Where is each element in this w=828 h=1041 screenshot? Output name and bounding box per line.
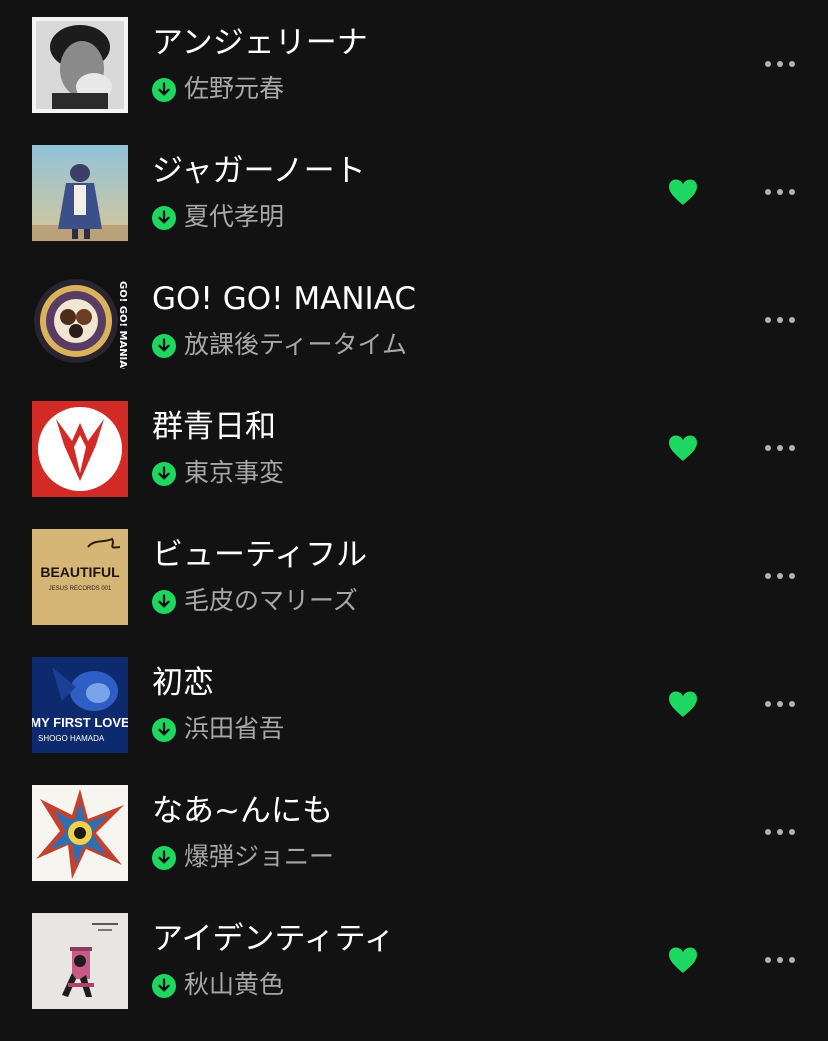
download-circle-icon xyxy=(152,334,176,358)
album-art-text: BEAUTIFUL xyxy=(40,564,120,580)
track-title[interactable]: アンジェリーナ xyxy=(152,23,368,63)
track-row[interactable]: MY FIRST LOVE SHOGO HAMADA 初恋 浜田省吾 xyxy=(0,657,828,785)
download-circle-icon xyxy=(152,206,176,230)
track-list: アンジェリーナ 佐野元春 ジャガーノート 夏代孝明 GO! GO! MANIAC… xyxy=(0,0,828,1021)
track-artist[interactable]: 放課後ティータイム xyxy=(184,327,407,363)
album-art xyxy=(32,913,128,1009)
track-title[interactable]: ジャガーノート xyxy=(152,151,366,191)
heart-icon[interactable] xyxy=(668,946,698,974)
track-row[interactable]: アンジェリーナ 佐野元春 xyxy=(0,17,828,145)
more-options-icon[interactable] xyxy=(763,827,797,837)
album-art xyxy=(32,145,128,241)
more-options-icon[interactable] xyxy=(763,955,797,965)
track-artist[interactable]: 佐野元春 xyxy=(184,71,284,107)
track-title[interactable]: 群青日和 xyxy=(152,407,276,447)
heart-icon[interactable] xyxy=(668,178,698,206)
track-title[interactable]: なあ~んにも xyxy=(152,791,333,831)
more-options-icon[interactable] xyxy=(763,571,797,581)
more-options-icon[interactable] xyxy=(763,315,797,325)
track-row[interactable]: なあ~んにも 爆弾ジョニー xyxy=(0,785,828,913)
download-circle-icon xyxy=(152,846,176,870)
track-title[interactable]: GO! GO! MANIAC xyxy=(152,279,416,319)
track-title[interactable]: ビューティフル xyxy=(152,535,367,575)
download-circle-icon xyxy=(152,718,176,742)
album-art-text: MY FIRST LOVE xyxy=(32,715,128,730)
track-row[interactable]: GO! GO! MANIAC GO! GO! MANIAC 放課後ティータイム xyxy=(0,273,828,401)
download-circle-icon xyxy=(152,462,176,486)
more-options-icon[interactable] xyxy=(763,699,797,709)
track-artist[interactable]: 東京事変 xyxy=(184,455,284,491)
album-art xyxy=(32,17,128,113)
track-row[interactable]: アイデンティティ 秋山黄色 xyxy=(0,913,828,1041)
track-title[interactable]: アイデンティティ xyxy=(152,919,395,959)
track-artist[interactable]: 秋山黄色 xyxy=(184,967,284,1003)
album-art: BEAUTIFUL JESUS RECORDS 001 xyxy=(32,529,128,625)
track-row[interactable]: BEAUTIFUL JESUS RECORDS 001 ビューティフル 毛皮のマ… xyxy=(0,529,828,657)
album-art xyxy=(32,401,128,497)
track-artist[interactable]: 毛皮のマリーズ xyxy=(184,583,358,619)
album-art-subtext: SHOGO HAMADA xyxy=(38,734,105,743)
heart-icon[interactable] xyxy=(668,690,698,718)
download-circle-icon xyxy=(152,78,176,102)
track-row[interactable]: ジャガーノート 夏代孝明 xyxy=(0,145,828,273)
track-artist[interactable]: 爆弾ジョニー xyxy=(184,839,334,875)
album-art xyxy=(32,785,128,881)
more-options-icon[interactable] xyxy=(763,443,797,453)
track-row[interactable]: 群青日和 東京事変 xyxy=(0,401,828,529)
track-artist[interactable]: 浜田省吾 xyxy=(184,711,284,747)
download-circle-icon xyxy=(152,974,176,998)
more-options-icon[interactable] xyxy=(763,59,797,69)
album-art-text: GO! GO! MANIAC xyxy=(117,281,128,369)
download-circle-icon xyxy=(152,590,176,614)
album-art: MY FIRST LOVE SHOGO HAMADA xyxy=(32,657,128,753)
album-art-subtext: JESUS RECORDS 001 xyxy=(49,586,112,592)
track-title[interactable]: 初恋 xyxy=(152,663,214,703)
track-artist[interactable]: 夏代孝明 xyxy=(184,199,284,235)
more-options-icon[interactable] xyxy=(763,187,797,197)
album-art: GO! GO! MANIAC xyxy=(32,273,128,369)
heart-icon[interactable] xyxy=(668,434,698,462)
